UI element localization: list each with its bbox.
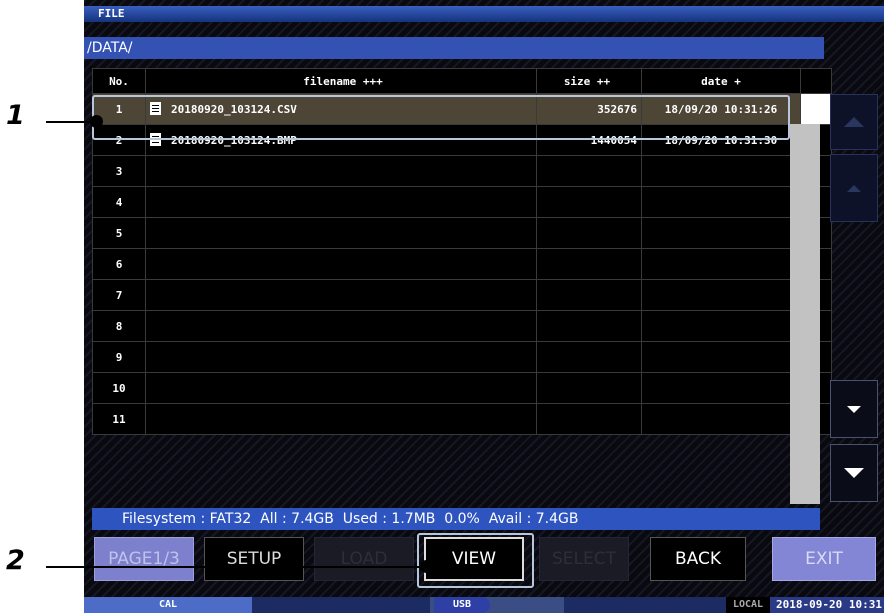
instrument-screen: FILE /DATA/ No. filename +++ size ++ dat…: [84, 0, 884, 613]
row-no: 8: [92, 310, 146, 342]
table-row[interactable]: 5: [92, 217, 832, 249]
callout-number-1: 1: [6, 100, 25, 131]
row-date: [641, 155, 801, 187]
path-bar: /DATA/: [84, 37, 824, 59]
table-row[interactable]: 8: [92, 310, 832, 342]
page-up-button[interactable]: [830, 94, 878, 150]
row-no: 9: [92, 341, 146, 373]
row-date: [641, 403, 801, 435]
table-row[interactable]: 6: [92, 248, 832, 280]
callout-dot-2: [420, 560, 433, 573]
row-size: [536, 403, 642, 435]
status-cal: CAL: [84, 597, 252, 613]
filesystem-info: Filesystem : FAT32 All : 7.4GB Used : 1.…: [92, 508, 820, 530]
table-row[interactable]: 3: [92, 155, 832, 187]
row-date: [641, 279, 801, 311]
status-empty: [564, 597, 696, 613]
callout-dot-1: [90, 115, 103, 128]
row-size: [536, 310, 642, 342]
header-spacer: [800, 68, 832, 94]
row-filename: [145, 155, 537, 187]
window-title: FILE: [84, 6, 884, 22]
select-button[interactable]: SELECT: [539, 537, 629, 581]
back-button[interactable]: BACK: [650, 537, 746, 581]
callout-line-2: [46, 566, 426, 568]
page-button[interactable]: PAGE1/3: [94, 537, 194, 581]
header-date[interactable]: date +: [641, 68, 801, 94]
scroll-up-button[interactable]: [830, 154, 878, 222]
exit-button[interactable]: EXIT: [772, 537, 876, 581]
row-size: [536, 155, 642, 187]
callout-ring-view: [417, 533, 534, 588]
row-filename: [145, 372, 537, 404]
row-date: [641, 372, 801, 404]
status-empty: [252, 597, 430, 613]
triangle-up-icon: [847, 184, 861, 192]
page-down-button[interactable]: [830, 444, 878, 502]
row-no: 6: [92, 248, 146, 280]
row-size: [536, 341, 642, 373]
row-filename: [145, 310, 537, 342]
triangle-up-icon: [844, 117, 864, 127]
row-filename: [145, 279, 537, 311]
callout-line-1: [46, 121, 96, 123]
row-date: [641, 217, 801, 249]
row-date: [641, 310, 801, 342]
row-no: 3: [92, 155, 146, 187]
table-row[interactable]: 4: [92, 186, 832, 218]
row-size: [536, 217, 642, 249]
triangle-down-icon: [844, 468, 864, 478]
row-size: [536, 372, 642, 404]
table-row[interactable]: 11: [92, 403, 832, 435]
row-date: [641, 341, 801, 373]
row-filename: [145, 341, 537, 373]
table-row[interactable]: 7: [92, 279, 832, 311]
table-row[interactable]: 9: [92, 341, 832, 373]
row-filename: [145, 186, 537, 218]
row-filename: [145, 248, 537, 280]
callout-ring-row: [92, 95, 790, 140]
header-filename[interactable]: filename +++: [145, 68, 537, 94]
callout-number-2: 2: [6, 545, 25, 576]
row-date: [641, 186, 801, 218]
scrollbar-track[interactable]: [790, 124, 820, 504]
table-row[interactable]: 10: [92, 372, 832, 404]
scroll-thumb[interactable]: [800, 93, 832, 125]
row-date: [641, 248, 801, 280]
row-no: 10: [92, 372, 146, 404]
status-local: LOCAL: [726, 597, 770, 613]
row-size: [536, 248, 642, 280]
load-button[interactable]: LOAD: [314, 537, 414, 581]
row-no: 11: [92, 403, 146, 435]
header-no[interactable]: No.: [92, 68, 146, 94]
row-size: [536, 279, 642, 311]
scroll-down-button[interactable]: [830, 380, 878, 438]
setup-button[interactable]: SETUP: [204, 537, 304, 581]
row-no: 4: [92, 186, 146, 218]
row-filename: [145, 217, 537, 249]
header-size[interactable]: size ++: [536, 68, 642, 94]
row-filename: [145, 403, 537, 435]
status-datetime: 2018-09-20 10:31:48: [770, 597, 884, 613]
table-header-row: No. filename +++ size ++ date +: [92, 68, 832, 94]
row-no: 5: [92, 217, 146, 249]
row-size: [536, 186, 642, 218]
status-usb: USB: [434, 597, 490, 613]
triangle-down-icon: [847, 405, 861, 413]
status-empty: [696, 597, 726, 613]
row-no: 7: [92, 279, 146, 311]
